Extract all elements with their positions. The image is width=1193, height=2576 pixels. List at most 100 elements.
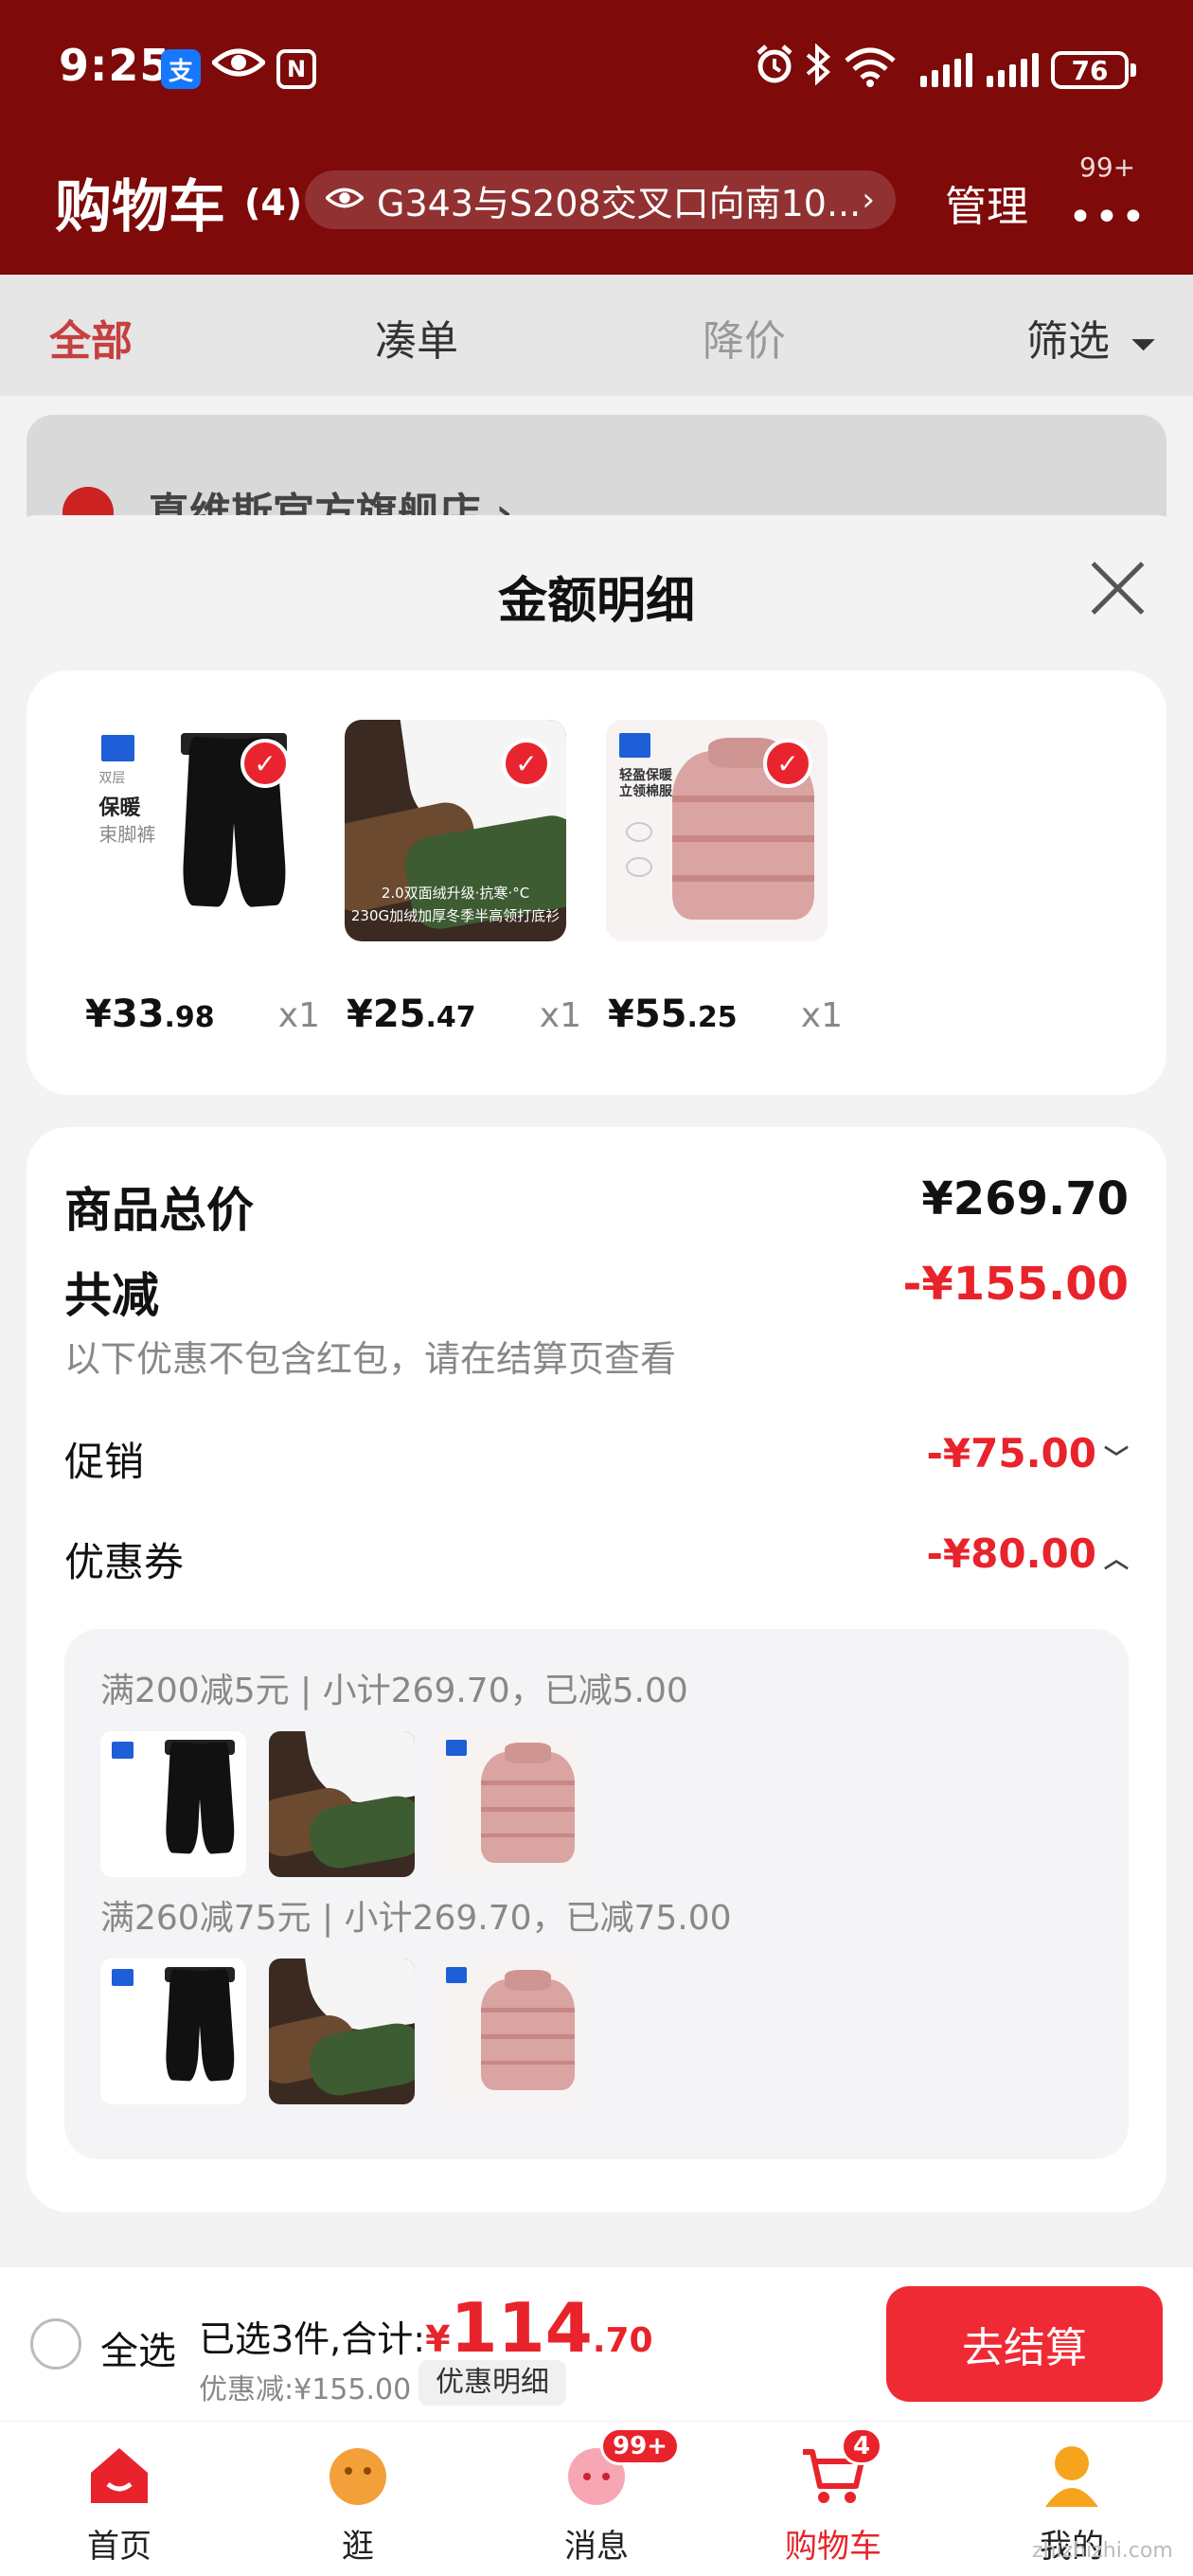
art-text: 束脚裤	[98, 823, 156, 847]
tab-filter[interactable]: 筛选 ⏷	[1026, 307, 1156, 367]
mini-thumbnail	[269, 1731, 415, 1877]
reduce-label: 共减	[64, 1268, 159, 1323]
eye-icon	[324, 179, 365, 221]
tab-home[interactable]: 首页	[44, 2441, 195, 2567]
status-bar: 9:25 支 N 76	[0, 34, 1193, 100]
checkout-button[interactable]: 去结算	[886, 2286, 1163, 2402]
product-price: ¥55.25	[608, 993, 738, 1036]
mini-thumbnail	[100, 1731, 246, 1877]
coupon-label: 优惠券	[64, 1539, 185, 1585]
coupon-detail-box: 满200减5元 | 小计269.70，已减5.00 满260减75元 | 小计2…	[64, 1629, 1129, 2159]
promo-label: 促销	[64, 1439, 145, 1485]
alipay-icon: 支	[161, 49, 201, 89]
art-text: 保暖	[98, 796, 141, 820]
checked-icon: ✓	[763, 739, 812, 788]
nfc-icon: N	[276, 49, 316, 89]
tab-label: 消息	[564, 2528, 629, 2566]
more-icon[interactable]: •••	[1068, 193, 1148, 242]
address-selector[interactable]: G343与S208交叉口向南10... ›	[305, 170, 896, 229]
signal-icon-2	[987, 51, 1039, 87]
promo-value: -¥75.00 ﹀	[926, 1430, 1129, 1476]
watermark: zhizhizhi.com	[1032, 2539, 1173, 2563]
checked-icon: ✓	[502, 739, 551, 788]
product-thumbnail: 轻盈保暖 立领棉服 ✓	[606, 720, 828, 941]
coupon-products	[100, 1959, 583, 2104]
tab-all[interactable]: 全部	[49, 307, 133, 367]
message-badge: 99+	[600, 2427, 680, 2465]
total-value: ¥269.70	[921, 1172, 1129, 1225]
brand-logo	[100, 735, 134, 762]
products-card: 双层 保暖 束脚裤 ✓ ¥33.98 x1 2.0双面绒升级·抗寒·°C 230…	[27, 671, 1166, 1095]
checked-icon: ✓	[240, 739, 290, 788]
jacket-stripe	[672, 874, 814, 882]
tab-messages[interactable]: 99+ 消息	[521, 2427, 680, 2567]
selected-total: 已选3件,合计:¥114.70	[199, 2288, 653, 2368]
tab-label: 购物车	[785, 2528, 881, 2566]
close-icon[interactable]	[1087, 557, 1149, 619]
bluetooth-icon	[805, 43, 831, 97]
product-thumbnail: 双层 保暖 束脚裤 ✓	[83, 720, 305, 941]
product-price-row: ¥25.47 x1	[347, 993, 581, 1036]
jacket-stripe	[672, 795, 814, 802]
signal-icon	[920, 51, 972, 87]
battery-indicator: 76	[1051, 51, 1136, 89]
product-thumbnail: 2.0双面绒升级·抗寒·°C 230G加绒加厚冬季半高领打底衫 ✓	[345, 720, 566, 941]
discount-detail-button[interactable]: 优惠明细	[418, 2360, 566, 2406]
art-text: 轻盈保暖 立领棉服	[619, 768, 673, 800]
tab-browse[interactable]: 逛	[282, 2441, 434, 2567]
art-caption: 230G加绒加厚冬季半高领打底衫	[350, 907, 561, 924]
more-badge: 99+	[1079, 152, 1136, 183]
alarm-icon	[754, 44, 795, 97]
select-all-label[interactable]: 全选	[100, 2320, 176, 2375]
mini-thumbnail	[100, 1959, 246, 2104]
tab-price-drop[interactable]: 降价	[703, 307, 786, 367]
filter-label: 筛选	[1026, 317, 1110, 366]
product-item[interactable]: 轻盈保暖 立领棉服 ✓ ¥55.25 x1	[549, 720, 843, 1042]
tab-label: 首页	[87, 2528, 151, 2566]
mini-thumbnail	[269, 1959, 415, 2104]
chevron-down-icon: ﹀	[1103, 1445, 1129, 1474]
coupon-row[interactable]: 优惠券 -¥80.00 ︿	[64, 1530, 1129, 1587]
status-time: 9:25	[59, 40, 171, 91]
eye-icon	[210, 44, 267, 93]
filter-tabs: 全部 凑单 降价 筛选 ⏷	[0, 275, 1193, 396]
brand-logo	[619, 733, 650, 758]
total-row: 商品总价 ¥269.70	[64, 1172, 1129, 1239]
product-item[interactable]: 双层 保暖 束脚裤 ✓ ¥33.98 x1	[27, 720, 320, 1042]
product-price: ¥33.98	[85, 993, 215, 1036]
address-text: G343与S208交叉口向南10...	[377, 182, 862, 224]
manage-button[interactable]: 管理	[945, 172, 1028, 233]
tab-label: 逛	[342, 2528, 374, 2566]
browse-icon	[324, 2441, 392, 2509]
product-price-row: ¥55.25 x1	[608, 993, 843, 1036]
wifi-icon	[843, 44, 898, 98]
home-icon	[85, 2441, 153, 2509]
discount-text: 优惠减:¥155.00	[199, 2373, 412, 2406]
reduce-value: -¥155.00	[902, 1258, 1129, 1311]
art-caption: 2.0双面绒升级·抗寒·°C	[381, 885, 530, 902]
coupon-value: -¥80.00 ︿	[926, 1530, 1129, 1577]
cart-badge: 4	[841, 2427, 883, 2465]
amount-detail-sheet: 金额明细 双层 保暖 束脚裤 ✓ ¥33.98 x1 2.0双面绒升级·抗寒·°…	[0, 515, 1193, 2267]
total-label: 商品总价	[64, 1183, 254, 1238]
select-all-radio[interactable]	[30, 2318, 81, 2370]
reduce-row: 共减 -¥155.00	[64, 1258, 1129, 1324]
promo-row[interactable]: 促销 -¥75.00 ﹀	[64, 1430, 1129, 1487]
mini-thumbnail	[437, 1959, 583, 2104]
reduce-note-row: 以下优惠不包含红包，请在结算页查看	[64, 1330, 1129, 1380]
mini-thumbnail	[437, 1731, 583, 1877]
page-title: 购物车	[55, 174, 225, 241]
tab-bundle[interactable]: 凑单	[375, 307, 458, 367]
title-bar: 购物车 (4) G343与S208交叉口向南10... › 管理 99+ •••	[0, 152, 1193, 246]
chevron-up-icon: ︿	[1103, 1546, 1129, 1574]
feature-dot	[626, 821, 653, 842]
chevron-right-icon: ›	[862, 181, 875, 219]
product-price-row: ¥33.98 x1	[85, 993, 320, 1036]
feature-dot	[626, 857, 653, 878]
cart-count: (4)	[244, 182, 303, 224]
coupon-rule: 满200减5元 | 小计269.70，已减5.00	[100, 1672, 688, 1710]
coupon-products	[100, 1731, 583, 1877]
product-item[interactable]: 2.0双面绒升级·抗寒·°C 230G加绒加厚冬季半高领打底衫 ✓ ¥25.47…	[288, 720, 581, 1042]
tab-cart[interactable]: 4 购物车	[757, 2427, 909, 2567]
cart-icon: 4	[799, 2427, 883, 2509]
